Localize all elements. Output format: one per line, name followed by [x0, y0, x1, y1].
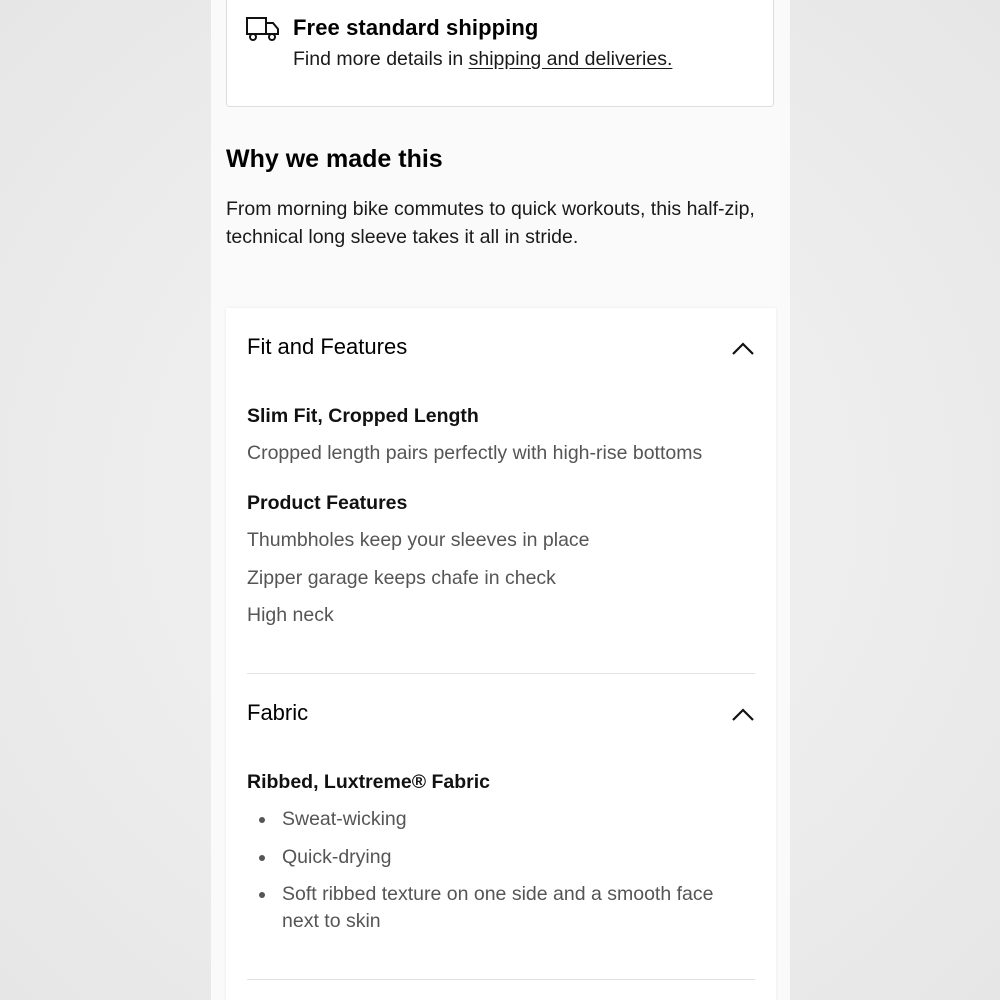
fabric-header: Fabric: [247, 700, 309, 725]
why-we-made-this-text: From morning bike commutes to quick work…: [226, 198, 755, 248]
feature-item: Zipper garage keeps chafe in check: [247, 567, 556, 589]
fit-and-features-toggle[interactable]: Fit and Features: [247, 334, 755, 364]
product-features-title: Product Features: [247, 492, 408, 514]
feature-item: High neck: [247, 604, 334, 626]
chevron-up-icon: [731, 340, 755, 356]
shipping-details: Find more details in shipping and delive…: [293, 48, 672, 71]
bullet-icon: [259, 855, 265, 861]
product-accordion: Fit and Features Slim Fit, Cropped Lengt…: [226, 308, 776, 1000]
bullet-icon: [259, 892, 265, 898]
shipping-title: Free standard shipping: [293, 15, 539, 40]
fabric-toggle[interactable]: Fabric: [247, 700, 755, 730]
fabric-title: Ribbed, Luxtreme® Fabric: [247, 771, 490, 793]
fabric-bullet-text: Quick-drying: [282, 846, 392, 868]
why-we-made-this-heading: Why we made this: [226, 145, 443, 173]
chevron-up-icon: [731, 706, 755, 722]
fabric-bullet-text: Sweat-wicking: [282, 808, 407, 830]
fabric-bullet-text: Soft ribbed texture on one side and a sm…: [282, 883, 714, 932]
truck-icon: [246, 16, 280, 42]
section-divider: [247, 673, 755, 674]
section-divider: [247, 979, 755, 980]
shipping-deliveries-link[interactable]: shipping and deliveries.: [469, 48, 673, 70]
shipping-details-text: Find more details in: [293, 48, 464, 70]
shipping-info-card: Free standard shipping Find more details…: [226, 0, 774, 107]
product-details-panel: Free standard shipping Find more details…: [211, 0, 790, 1000]
fit-description: Cropped length pairs perfectly with high…: [247, 442, 703, 464]
bullet-icon: [259, 817, 265, 823]
feature-item: Thumbholes keep your sleeves in place: [247, 529, 590, 551]
fit-title: Slim Fit, Cropped Length: [247, 405, 479, 427]
fit-and-features-header: Fit and Features: [247, 334, 408, 359]
